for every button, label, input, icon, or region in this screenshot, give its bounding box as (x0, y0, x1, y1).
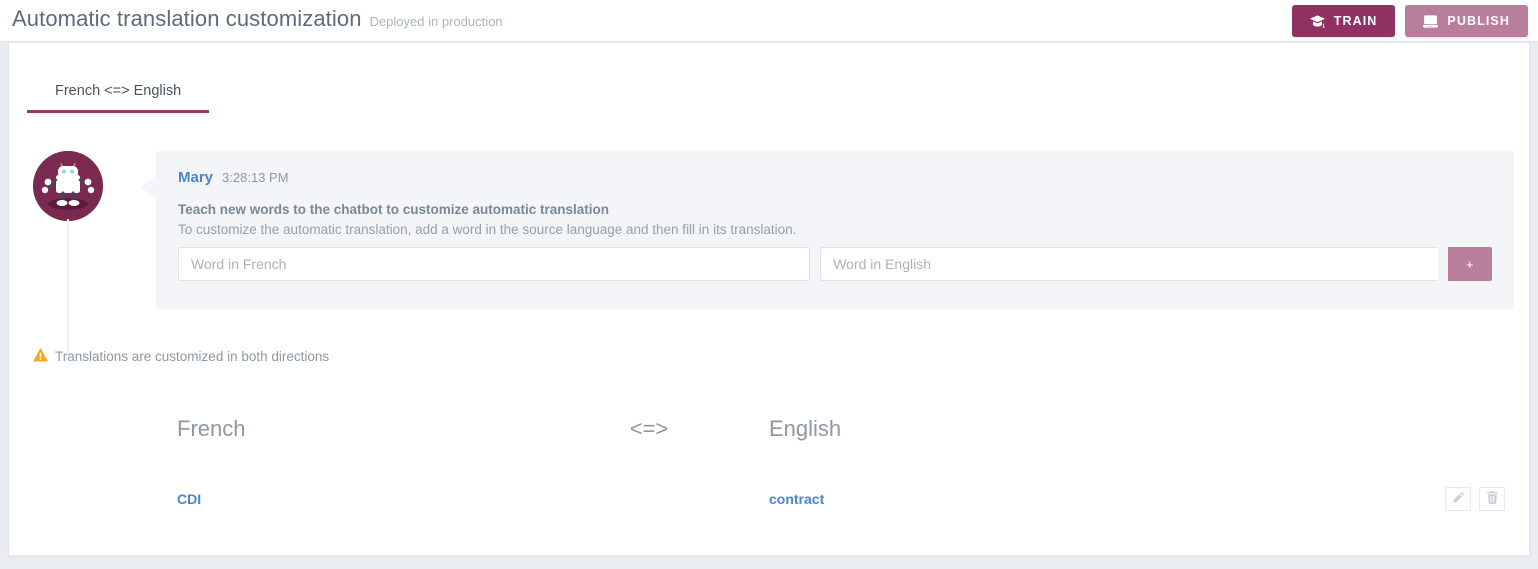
bubble-tail (140, 175, 157, 199)
book-icon (1423, 14, 1439, 28)
publish-button[interactable]: PUBLISH (1405, 5, 1528, 37)
page-title: Automatic translation customization (12, 6, 362, 31)
target-word-input[interactable] (820, 247, 1438, 281)
chatbot-message-bubble: Mary 3:28:13 PM Teach new words to the c… (156, 151, 1514, 309)
app-header: Automatic translation customization Depl… (0, 0, 1538, 42)
row-actions (1289, 487, 1529, 511)
message-body: To customize the automatic translation, … (178, 222, 797, 237)
both-directions-warning: Translations are customized in both dire… (33, 348, 329, 365)
avatar-column (33, 151, 129, 355)
edit-row-button[interactable] (1445, 487, 1471, 511)
table-header-row: French <=> English (9, 398, 1529, 460)
tab-label: French <=> English (55, 83, 182, 99)
row-target-word[interactable]: contract (769, 491, 1289, 507)
train-button-label: TRAIN (1333, 14, 1378, 28)
header-title-group: Automatic translation customization Depl… (12, 6, 503, 32)
translations-table: French <=> English CDI contract (9, 398, 1529, 538)
column-header-arrow: <=> (629, 416, 669, 441)
source-word-input[interactable] (178, 247, 811, 281)
table-row: CDI contract (9, 460, 1529, 538)
delete-row-button[interactable] (1479, 487, 1505, 511)
header-actions: TRAIN PUBLISH (1291, 5, 1528, 37)
message-timestamp: 3:28:13 PM (222, 170, 289, 185)
train-button[interactable]: TRAIN (1291, 5, 1396, 37)
warning-triangle-icon (33, 348, 48, 365)
chatbot-message-row: Mary 3:28:13 PM Teach new words to the c… (9, 151, 1529, 355)
warning-text: Translations are customized in both dire… (55, 349, 330, 364)
column-header-target: English (769, 416, 842, 441)
row-source-word[interactable]: CDI (9, 491, 529, 507)
pencil-icon (1452, 491, 1465, 507)
avatar (33, 151, 103, 221)
language-pair-tabs: French <=> English (27, 83, 210, 113)
trash-icon (1486, 491, 1499, 507)
graduation-cap-icon (1309, 14, 1325, 28)
message-header: Mary 3:28:13 PM (178, 169, 1492, 186)
main-content-card: French <=> English Mary 3:28:13 PM Teach… (8, 42, 1530, 556)
column-header-source: French (177, 416, 246, 441)
robot-avatar-icon (33, 151, 103, 221)
page-subtitle: Deployed in production (369, 14, 503, 29)
message-sender: Mary (178, 169, 214, 186)
message-title: Teach new words to the chatbot to custom… (178, 202, 610, 217)
publish-button-label: PUBLISH (1447, 14, 1510, 28)
tab-french-english[interactable]: French <=> English (27, 83, 210, 113)
add-word-button[interactable]: + (1447, 247, 1492, 281)
new-word-form: + (178, 247, 1492, 281)
avatar-thread-line (67, 219, 69, 355)
